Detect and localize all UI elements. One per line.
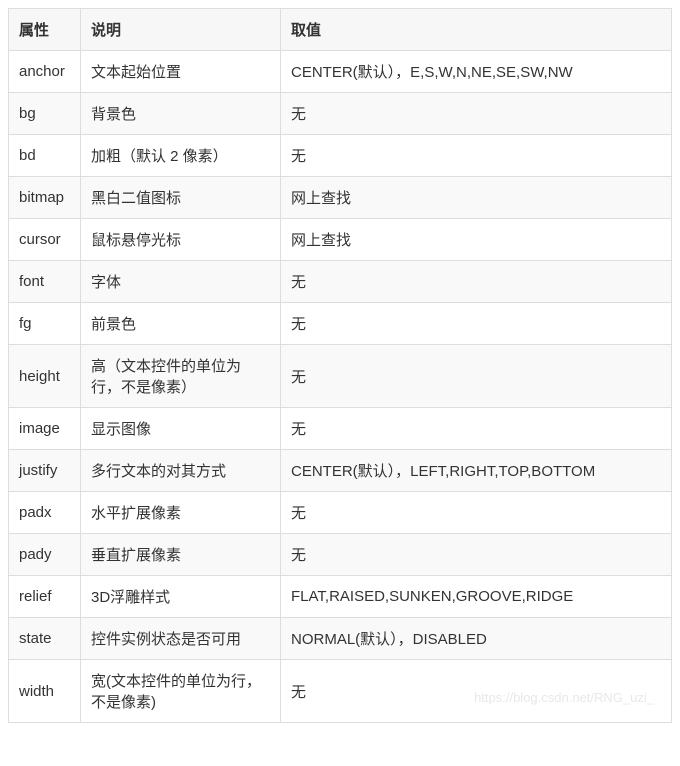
cell-value: FLAT,RAISED,SUNKEN,GROOVE,RIDGE (281, 576, 672, 618)
cell-attribute: state (9, 618, 81, 660)
cell-attribute: bd (9, 135, 81, 177)
cell-description: 高（文本控件的单位为行，不是像素） (81, 345, 281, 408)
cell-value: 无 (281, 534, 672, 576)
table-header-row: 属性 说明 取值 (9, 9, 672, 51)
table-body: anchor文本起始位置CENTER(默认），E,S,W,N,NE,SE,SW,… (9, 51, 672, 723)
cell-value: 无 (281, 345, 672, 408)
table-container: 属性 说明 取值 anchor文本起始位置CENTER(默认），E,S,W,N,… (8, 8, 672, 723)
cell-description: 显示图像 (81, 408, 281, 450)
cell-value: 网上查找 (281, 177, 672, 219)
table-row: image显示图像无 (9, 408, 672, 450)
cell-value: 无 (281, 492, 672, 534)
cell-description: 鼠标悬停光标 (81, 219, 281, 261)
table-row: justify多行文本的对其方式CENTER(默认），LEFT,RIGHT,TO… (9, 450, 672, 492)
table-row: padx水平扩展像素无 (9, 492, 672, 534)
cell-attribute: bitmap (9, 177, 81, 219)
cell-attribute: height (9, 345, 81, 408)
cell-value: 无 (281, 408, 672, 450)
cell-attribute: padx (9, 492, 81, 534)
table-row: pady垂直扩展像素无 (9, 534, 672, 576)
table-row: font字体无 (9, 261, 672, 303)
table-row: bg背景色无 (9, 93, 672, 135)
table-row: bitmap黑白二值图标网上查找 (9, 177, 672, 219)
cell-description: 多行文本的对其方式 (81, 450, 281, 492)
cell-attribute: font (9, 261, 81, 303)
cell-description: 背景色 (81, 93, 281, 135)
cell-attribute: cursor (9, 219, 81, 261)
cell-value: 无 (281, 93, 672, 135)
cell-description: 宽(文本控件的单位为行，不是像素) (81, 660, 281, 723)
header-attribute: 属性 (9, 9, 81, 51)
cell-attribute: pady (9, 534, 81, 576)
cell-attribute: bg (9, 93, 81, 135)
header-description: 说明 (81, 9, 281, 51)
table-row: cursor鼠标悬停光标网上查找 (9, 219, 672, 261)
cell-attribute: anchor (9, 51, 81, 93)
table-row: width宽(文本控件的单位为行，不是像素)无 (9, 660, 672, 723)
cell-value: 无 (281, 261, 672, 303)
cell-attribute: fg (9, 303, 81, 345)
cell-value: 无 (281, 660, 672, 723)
cell-attribute: image (9, 408, 81, 450)
cell-description: 字体 (81, 261, 281, 303)
table-row: fg前景色无 (9, 303, 672, 345)
cell-description: 黑白二值图标 (81, 177, 281, 219)
cell-description: 加粗（默认 2 像素） (81, 135, 281, 177)
table-row: state控件实例状态是否可用NORMAL(默认），DISABLED (9, 618, 672, 660)
cell-attribute: relief (9, 576, 81, 618)
cell-attribute: width (9, 660, 81, 723)
cell-description: 前景色 (81, 303, 281, 345)
cell-attribute: justify (9, 450, 81, 492)
cell-description: 垂直扩展像素 (81, 534, 281, 576)
cell-description: 控件实例状态是否可用 (81, 618, 281, 660)
cell-value: NORMAL(默认），DISABLED (281, 618, 672, 660)
properties-table: 属性 说明 取值 anchor文本起始位置CENTER(默认），E,S,W,N,… (8, 8, 672, 723)
cell-value: CENTER(默认），LEFT,RIGHT,TOP,BOTTOM (281, 450, 672, 492)
table-row: bd加粗（默认 2 像素）无 (9, 135, 672, 177)
cell-value: 无 (281, 303, 672, 345)
cell-value: CENTER(默认），E,S,W,N,NE,SE,SW,NW (281, 51, 672, 93)
cell-value: 无 (281, 135, 672, 177)
table-row: height高（文本控件的单位为行，不是像素）无 (9, 345, 672, 408)
cell-description: 3D浮雕样式 (81, 576, 281, 618)
table-row: anchor文本起始位置CENTER(默认），E,S,W,N,NE,SE,SW,… (9, 51, 672, 93)
cell-description: 文本起始位置 (81, 51, 281, 93)
header-value: 取值 (281, 9, 672, 51)
cell-value: 网上查找 (281, 219, 672, 261)
cell-description: 水平扩展像素 (81, 492, 281, 534)
table-row: relief3D浮雕样式FLAT,RAISED,SUNKEN,GROOVE,RI… (9, 576, 672, 618)
